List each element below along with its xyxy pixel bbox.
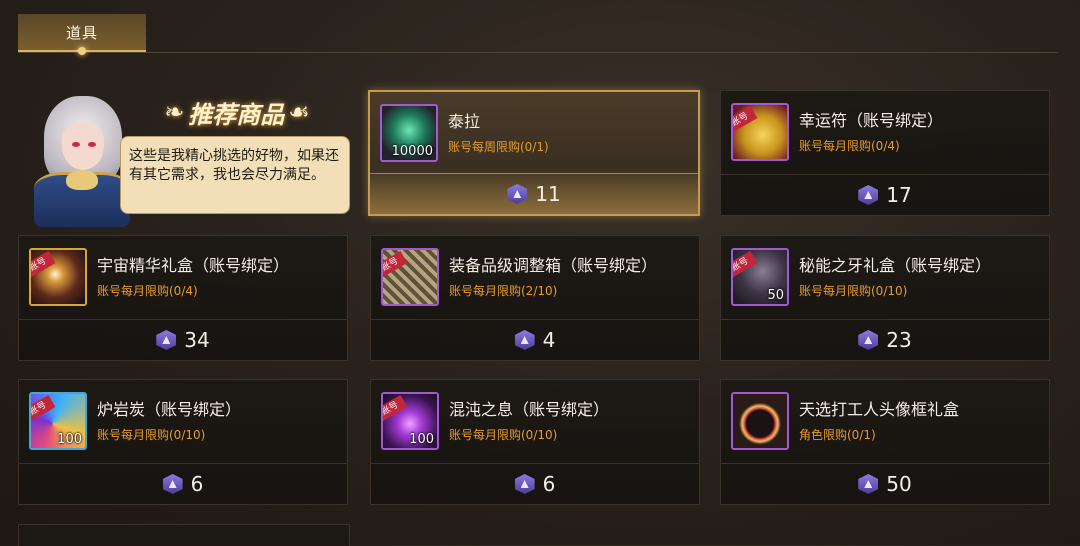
currency-icon bbox=[858, 330, 879, 350]
lucky-charm-icon: 账号 bbox=[731, 103, 789, 161]
wing-left-icon: ❧ bbox=[164, 98, 185, 126]
wing-right-icon: ☙ bbox=[288, 98, 310, 126]
currency-icon bbox=[858, 185, 879, 205]
shop-item-card[interactable]: 账号 宇宙精华礼盒（账号绑定） 账号每月限购(0/4) 34 bbox=[18, 235, 348, 361]
price-value: 11 bbox=[535, 182, 561, 206]
currency-icon bbox=[162, 474, 183, 494]
purchase-limit: 账号每周限购(0/1) bbox=[448, 140, 549, 154]
shop-item-card[interactable]: 10000 泰拉 账号每周限购(0/1) 11 bbox=[368, 90, 700, 216]
purchase-limit: 账号每月限购(2/10) bbox=[449, 284, 558, 298]
equipment-grade-box-icon: 账号 bbox=[381, 248, 439, 306]
price-value: 50 bbox=[886, 472, 912, 496]
item-name: 宇宙精华礼盒（账号绑定） bbox=[97, 256, 290, 275]
item-name: 混沌之息（账号绑定） bbox=[449, 400, 610, 419]
recommend-title-text: 推荐商品 bbox=[188, 100, 285, 129]
shop-item-card[interactable]: 账号 100 混沌之息（账号绑定） 账号每月限购(0/10) 6 bbox=[370, 379, 700, 505]
purchase-limit: 账号每月限购(0/10) bbox=[449, 428, 558, 442]
price-button[interactable]: 6 bbox=[371, 463, 699, 504]
price-value: 17 bbox=[886, 183, 912, 207]
price-value: 23 bbox=[886, 328, 912, 352]
price-button[interactable]: 23 bbox=[721, 319, 1049, 360]
shop-item-card[interactable]: 账号 100 炉岩炭（账号绑定） 账号每月限购(0/10) 6 bbox=[18, 379, 348, 505]
item-name: 装备品级调整箱（账号绑定） bbox=[449, 256, 658, 275]
item-name: 炉岩炭（账号绑定） bbox=[97, 400, 242, 419]
price-button[interactable]: 6 bbox=[19, 463, 347, 504]
price-button[interactable]: 4 bbox=[371, 319, 699, 360]
chaos-breath-icon: 账号 100 bbox=[381, 392, 439, 450]
price-value: 6 bbox=[542, 472, 556, 496]
cosmic-essence-box-icon: 账号 bbox=[29, 248, 87, 306]
tab-label: 道具 bbox=[65, 23, 98, 42]
recommend-title: ❧ 推荐商品 ☙ bbox=[152, 92, 322, 132]
shop-item-card[interactable]: 天选打工人头像框礼盒 角色限购(0/1) 50 bbox=[720, 379, 1050, 505]
price-button[interactable]: 34 bbox=[19, 319, 347, 360]
shop-item-card[interactable]: 账号 装备品级调整箱（账号绑定） 账号每月限购(2/10) 4 bbox=[370, 235, 700, 361]
item-name: 泰拉 bbox=[448, 112, 481, 131]
price-value: 4 bbox=[542, 328, 556, 352]
currency-icon bbox=[858, 474, 879, 494]
price-button[interactable]: 17 bbox=[721, 174, 1049, 215]
item-name: 天选打工人头像框礼盒 bbox=[799, 400, 960, 419]
currency-icon bbox=[514, 474, 535, 494]
price-value: 34 bbox=[184, 328, 210, 352]
npc-dialogue: 这些是我精心挑选的好物，如果还有其它需求，我也会尽力满足。 bbox=[120, 136, 350, 214]
price-value: 6 bbox=[190, 472, 204, 496]
item-name: 秘能之牙礼盒（账号绑定） bbox=[799, 256, 992, 275]
item-name: 幸运符（账号绑定） bbox=[799, 111, 944, 130]
price-button[interactable]: 11 bbox=[370, 173, 698, 214]
shop-item-card-partial bbox=[18, 524, 350, 546]
currency-icon bbox=[156, 330, 177, 350]
terra-crystal-icon: 10000 bbox=[380, 104, 438, 162]
currency-icon bbox=[507, 184, 528, 204]
currency-icon bbox=[514, 330, 535, 350]
tab-indicator bbox=[78, 47, 86, 55]
purchase-limit: 角色限购(0/1) bbox=[799, 428, 876, 442]
shop-item-card[interactable]: 账号 幸运符（账号绑定） 账号每月限购(0/4) 17 bbox=[720, 90, 1050, 216]
furnace-coal-icon: 账号 100 bbox=[29, 392, 87, 450]
purchase-limit: 账号每月限购(0/10) bbox=[799, 284, 908, 298]
purchase-limit: 账号每月限购(0/4) bbox=[799, 139, 900, 153]
purchase-limit: 账号每月限购(0/10) bbox=[97, 428, 206, 442]
arcane-fang-box-icon: 账号 50 bbox=[731, 248, 789, 306]
price-button[interactable]: 50 bbox=[721, 463, 1049, 504]
avatar-frame-box-icon bbox=[731, 392, 789, 450]
shop-item-card[interactable]: 账号 50 秘能之牙礼盒（账号绑定） 账号每月限购(0/10) 23 bbox=[720, 235, 1050, 361]
tab-bar: 道具 bbox=[18, 14, 1058, 55]
purchase-limit: 账号每月限购(0/4) bbox=[97, 284, 198, 298]
